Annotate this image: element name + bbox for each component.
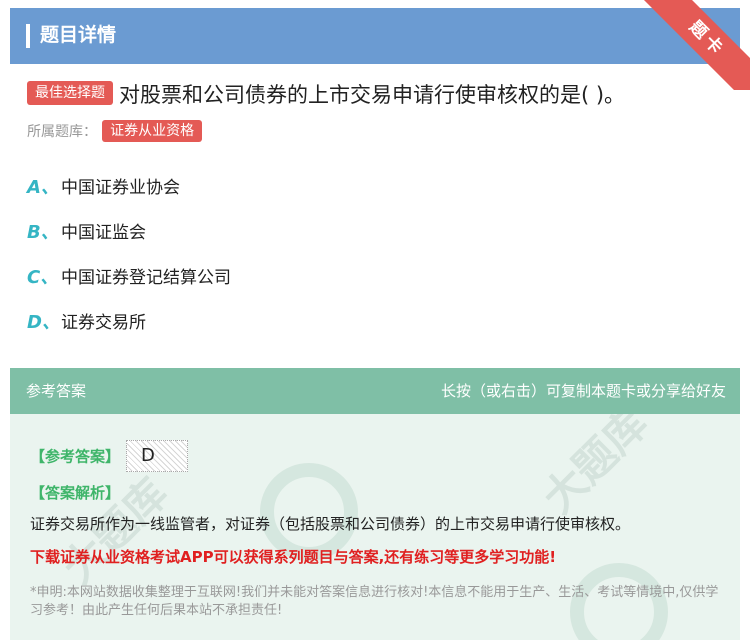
option-text: 中国证券业协会: [61, 178, 180, 198]
analysis-label: 【答案解析】: [30, 484, 121, 502]
question-text: 对股票和公司债券的上市交易申请行使审核权的是( )。: [119, 83, 626, 107]
option-a[interactable]: A、 中国证券业协会: [27, 175, 180, 201]
answer-label: 【参考答案】: [30, 447, 121, 466]
option-text: 中国证监会: [61, 223, 146, 243]
answer-value-box: D: [126, 440, 189, 472]
header-accent-bar: [26, 24, 30, 48]
option-letter: A、: [27, 177, 59, 198]
option-d[interactable]: D、证券交易所: [27, 310, 146, 336]
bank-label: 所属题库：: [27, 124, 97, 140]
option-b[interactable]: B、 中国证监会: [27, 220, 146, 246]
ribbon-corner: 题卡: [640, 0, 750, 90]
answer-value: D: [141, 445, 155, 466]
share-hint: 长按（或右击）可复制本题卡或分享给好友: [440, 382, 726, 400]
page-title: 题目详情: [40, 24, 117, 46]
header-bar: [10, 8, 740, 64]
analysis-text: 证券交易所作为一线监管者，对证券（包括股票和公司债券）的上市交易申请行使审核权。: [30, 515, 631, 533]
analysis-label-row: 【答案解析】: [30, 482, 120, 503]
question-line: 最佳选择题 对股票和公司债券的上市交易申请行使审核权的是( )。: [27, 80, 742, 110]
option-text: 证券交易所: [61, 313, 146, 333]
disclaimer: *申明:本网站数据收集整理于互联网!我们并未能对答案信息进行核对!本信息不能用于…: [30, 585, 719, 618]
ribbon-label: 题卡: [641, 0, 750, 90]
app-promo-link[interactable]: 下载证券从业资格考试APP可以获得系列题目与答案,还有练习等更多学习功能!: [30, 546, 556, 568]
question-bank-line: 所属题库： 证券从业资格: [27, 120, 203, 144]
question-type-badge: 最佳选择题: [27, 81, 113, 105]
option-text: 中国证券登记结算公司: [61, 268, 231, 288]
bank-badge[interactable]: 证券从业资格: [102, 120, 203, 142]
option-c[interactable]: C、 中国证券登记结算公司: [27, 265, 231, 291]
option-letter: B、: [27, 222, 59, 243]
answer-row: 【参考答案】 D: [30, 440, 189, 472]
option-letter: C、: [27, 267, 59, 288]
option-letter: D、: [27, 312, 60, 333]
answer-section: 大题库 大题库 参考答案 长按（或右击）可复制本题卡或分享给好友 【参考答案】 D…: [10, 368, 740, 640]
answer-section-title: 参考答案: [26, 382, 87, 400]
